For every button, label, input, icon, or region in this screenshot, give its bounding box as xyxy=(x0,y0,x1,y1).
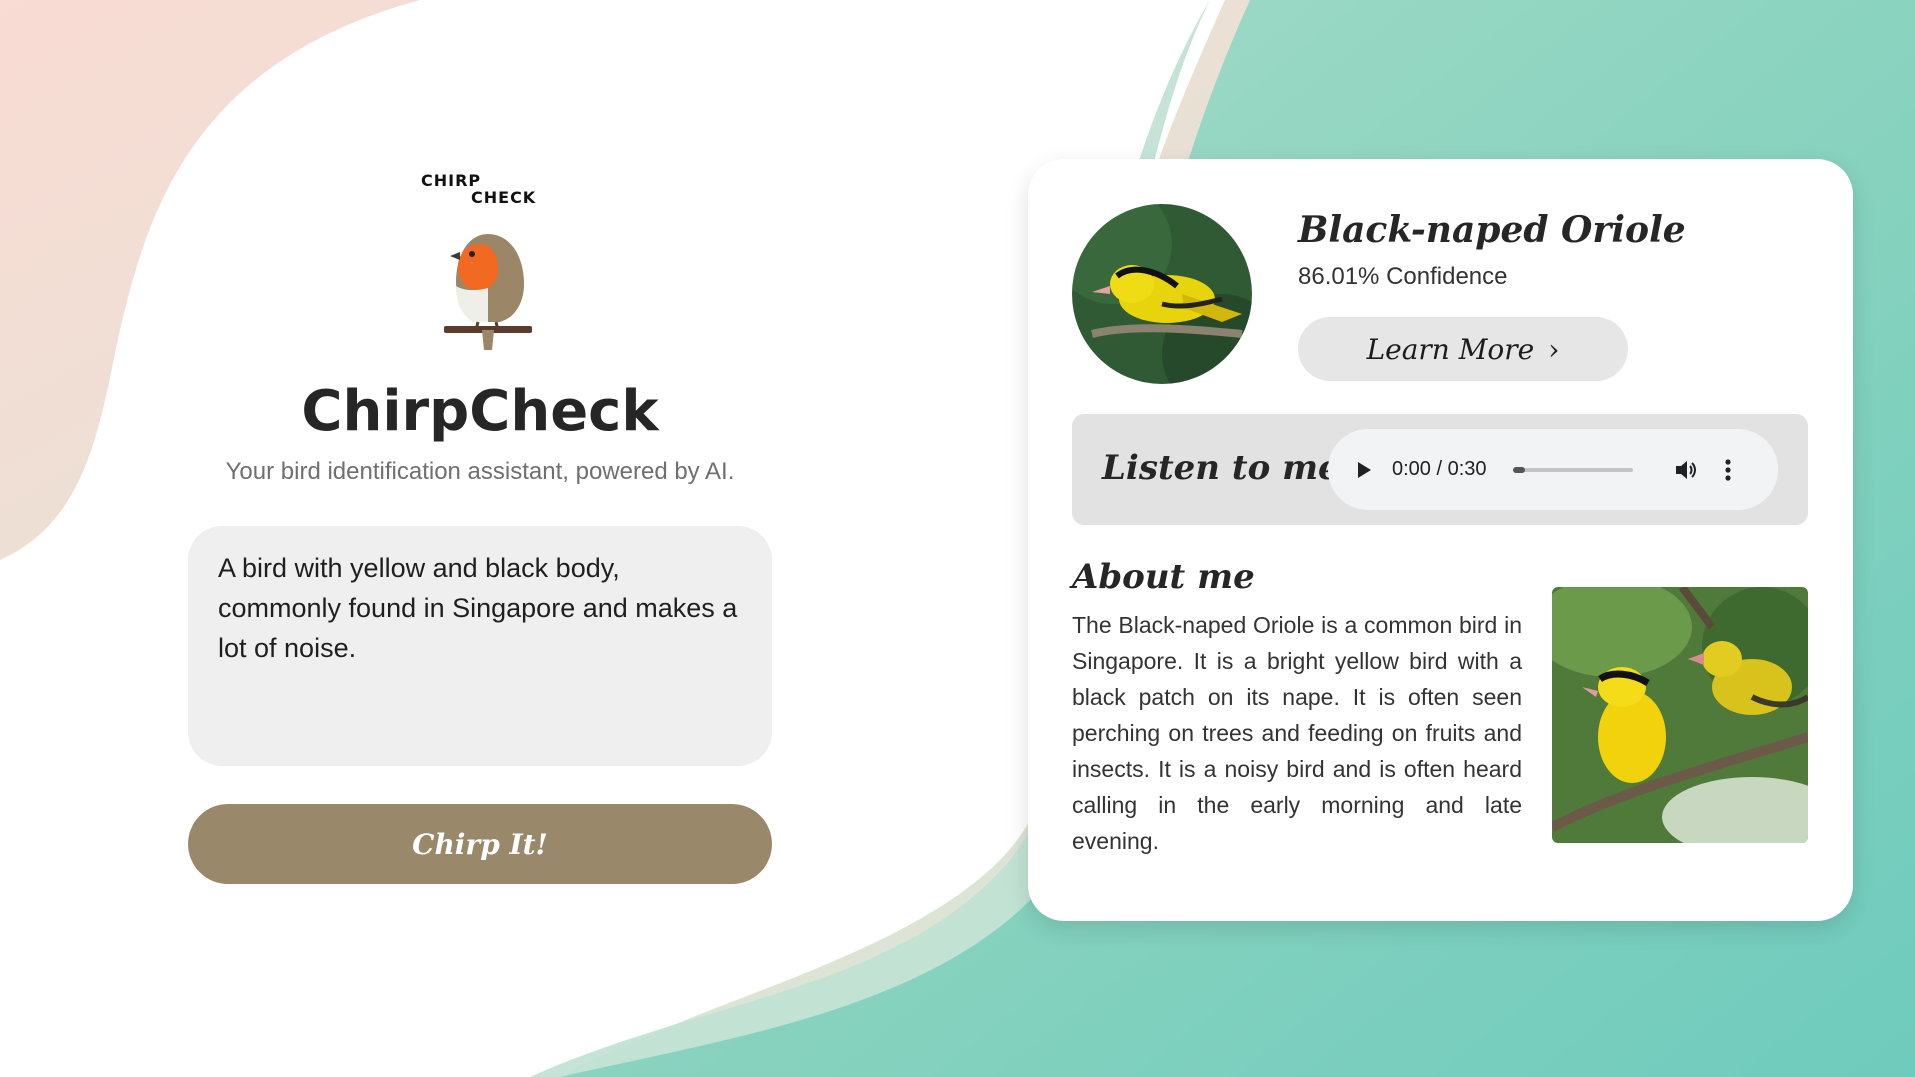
audio-progress-fill xyxy=(1512,466,1525,473)
volume-icon[interactable] xyxy=(1673,457,1699,483)
search-panel: CHIRP CHECK ChirpCheck Your bird identif… xyxy=(188,160,772,884)
robin-logo-icon xyxy=(444,234,532,350)
app-subtitle: Your bird identification assistant, powe… xyxy=(225,458,735,485)
about-title: About me xyxy=(1072,557,1255,597)
learn-more-button[interactable]: Learn More › xyxy=(1298,317,1628,381)
more-vertical-icon[interactable] xyxy=(1723,457,1733,483)
about-photo xyxy=(1552,587,1808,843)
oriole-photo-icon xyxy=(1072,204,1252,384)
app-logo: CHIRP CHECK xyxy=(188,160,772,370)
audio-time: 0:00 / 0:30 xyxy=(1392,458,1487,480)
bird-name: Black-naped Oriole xyxy=(1298,209,1686,251)
logo-text-line2: CHECK xyxy=(471,188,537,207)
bird-avatar xyxy=(1072,204,1252,384)
result-card: Black-naped Oriole 86.01% Confidence Lea… xyxy=(1028,159,1853,921)
listen-section: Listen to me 0:00 / 0:30 xyxy=(1072,414,1808,525)
chevron-right-icon: › xyxy=(1548,332,1560,366)
audio-progress-bar[interactable] xyxy=(1512,466,1633,473)
listen-label: Listen to me xyxy=(1102,448,1340,488)
audio-player[interactable]: 0:00 / 0:30 xyxy=(1328,429,1778,510)
confidence-score: 86.01% Confidence xyxy=(1298,263,1508,290)
learn-more-label: Learn More xyxy=(1366,332,1535,366)
app-title: ChirpCheck xyxy=(301,379,659,444)
play-icon[interactable] xyxy=(1352,459,1374,481)
orioles-pair-photo-icon xyxy=(1552,587,1808,843)
logo-text-line1: CHIRP xyxy=(421,171,482,190)
bird-description-input[interactable]: A bird with yellow and black body, commo… xyxy=(188,526,772,766)
chirp-it-button[interactable]: Chirp It! xyxy=(188,804,772,884)
about-text: The Black-naped Oriole is a common bird … xyxy=(1072,612,1522,854)
